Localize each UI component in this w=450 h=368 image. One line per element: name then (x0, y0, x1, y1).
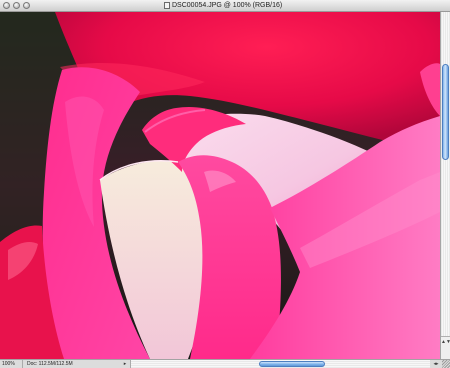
title-bar[interactable]: DSC00054.JPG @ 100% (RGB/16) (0, 0, 450, 12)
zoom-level-field[interactable]: 100% (1, 360, 23, 368)
vertical-scroll-arrows[interactable]: ▲▼ (441, 336, 450, 359)
resize-grip-icon[interactable] (442, 360, 450, 368)
image-canvas[interactable] (0, 12, 440, 359)
minimize-icon[interactable] (13, 2, 20, 9)
horizontal-scroll-thumb[interactable] (259, 361, 325, 367)
status-bar: 100% Doc: 112.5M/112.5M ▸ ◂▸ (0, 359, 450, 368)
document-icon (164, 2, 170, 9)
vertical-scroll-thumb[interactable] (442, 64, 449, 160)
close-icon[interactable] (3, 2, 10, 9)
photoshop-document-window: DSC00054.JPG @ 100% (RGB/16) ▲▼ 100% Doc… (0, 0, 450, 368)
status-menu-arrow-icon[interactable]: ▸ (121, 360, 129, 368)
horizontal-scroll-arrows[interactable]: ◂▸ (430, 360, 442, 368)
zoom-icon[interactable] (23, 2, 30, 9)
window-title: DSC00054.JPG @ 100% (RGB/16) (172, 2, 283, 9)
document-size-info: Doc: 112.5M/112.5M (27, 361, 73, 367)
rose-photo (0, 12, 440, 359)
vertical-scrollbar[interactable]: ▲▼ (440, 12, 450, 359)
horizontal-scrollbar[interactable] (130, 360, 430, 368)
